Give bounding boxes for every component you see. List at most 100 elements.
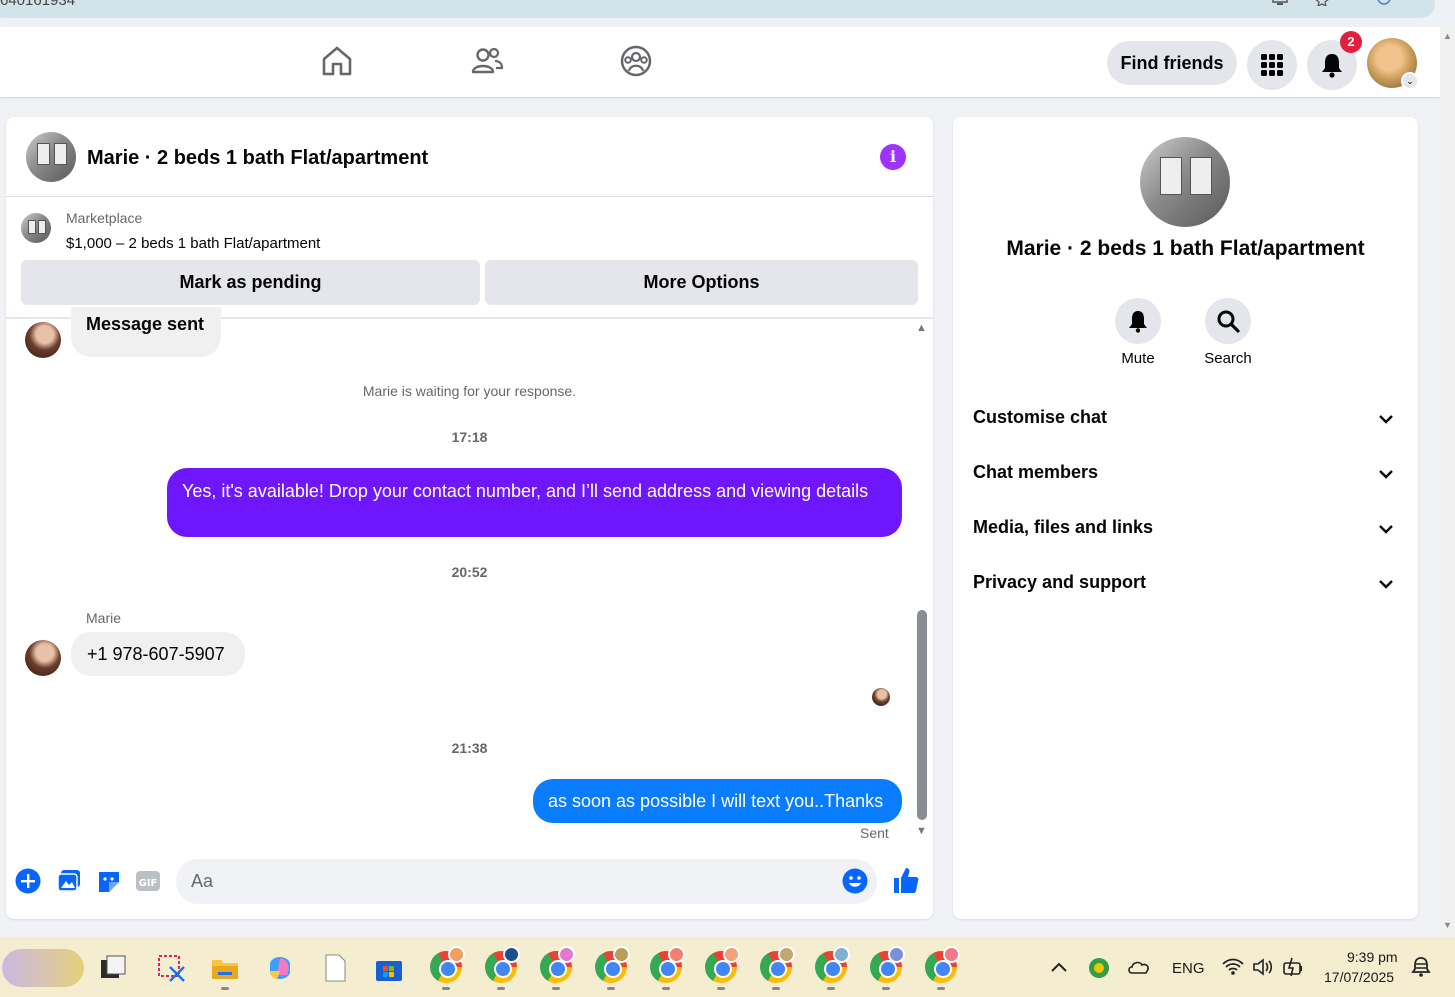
search-label: Search [1204,350,1252,367]
section-chat-members[interactable]: Chat members [953,449,1418,499]
contact-avatar[interactable] [25,322,61,358]
message-scrollbar[interactable]: ▲ ▼ [915,322,929,842]
delivery-status: Sent [860,825,889,841]
home-icon[interactable] [320,44,354,78]
battery-icon[interactable] [1282,957,1304,977]
scrollbar-thumb[interactable] [917,610,927,820]
notification-badge: 2 [1340,31,1362,53]
section-customise-chat[interactable]: Customise chat [953,394,1418,444]
bell-icon [1129,311,1147,333]
conversation-title: Marie · 2 beds 1 bath Flat/apartment [1006,237,1365,260]
chrome-profile-icon[interactable] [540,946,575,983]
outgoing-message[interactable]: as soon as possible I will text you..Tha… [533,779,902,823]
section-media-files-links[interactable]: Media, files and links [953,504,1418,554]
search-icon [1217,310,1240,333]
menu-button[interactable] [1247,40,1297,90]
chevron-down-icon [1379,470,1393,479]
widgets-icon[interactable] [2,949,84,987]
like-thumb-icon[interactable] [891,865,921,895]
snipping-tool-icon[interactable] [156,953,186,983]
search-button[interactable] [1205,298,1251,344]
mute-label: Mute [1121,350,1155,367]
running-indicator [772,987,780,990]
file-explorer-icon[interactable] [210,953,240,983]
chrome-profile-icon[interactable] [595,946,630,983]
chat-title[interactable]: Marie · 2 beds 1 bath Flat/apartment [87,147,428,170]
listing-summary[interactable]: $1,000 – 2 beds 1 bath Flat/apartment [66,235,320,252]
clock-date[interactable]: 17/07/2025 [1324,969,1394,985]
listing-thumbnail[interactable] [26,132,76,182]
copilot-icon[interactable] [265,953,295,983]
chevron-up-icon[interactable] [1050,961,1068,973]
store-icon[interactable] [374,953,404,983]
bell-icon [1322,54,1342,78]
page-scrollbar[interactable]: ▲ ▼ [1440,27,1455,937]
notepad-icon[interactable] [320,953,350,983]
info-icon[interactable]: i [880,144,906,170]
clock-time[interactable]: 9:39 pm [1347,949,1398,965]
wifi-icon[interactable] [1222,958,1244,976]
marketplace-label: Marketplace [66,210,143,226]
browser-menu-icon[interactable] [1420,0,1436,6]
profile-icon[interactable] [1376,0,1392,6]
scroll-up-icon[interactable]: ▲ [1443,31,1452,41]
read-receipt-avatar [872,688,890,706]
mark-pending-button[interactable]: Mark as pending [21,260,480,305]
onedrive-cloud-icon[interactable] [1127,959,1151,975]
friends-icon[interactable] [470,44,504,78]
chrome-profile-icon[interactable] [925,946,960,983]
input-language[interactable]: ENG [1172,960,1205,977]
message-sent-bubble: Message sent [71,307,221,357]
message-composer: GIF Aa [6,853,933,919]
chrome-profile-icon[interactable] [485,946,520,983]
mute-button[interactable] [1115,298,1161,344]
marketplace-thumbnail[interactable] [21,213,51,243]
volume-icon[interactable] [1252,958,1274,976]
groups-icon[interactable] [619,44,653,78]
running-indicator [717,987,725,990]
section-label: Privacy and support [973,572,1147,592]
svg-text:GIF: GIF [139,878,158,889]
outgoing-message[interactable]: Yes, it's available! Drop your contact n… [167,468,902,537]
scroll-down-icon[interactable]: ▼ [1443,920,1452,930]
add-icon[interactable] [15,868,41,894]
waiting-notice: Marie is waiting for your response. [362,383,577,399]
photo-icon[interactable] [56,868,82,894]
chrome-profile-icon[interactable] [430,946,465,983]
contact-avatar[interactable] [25,640,61,676]
account-chevron-icon[interactable]: ⌄ [1401,72,1419,90]
address-bar[interactable] [0,0,1435,18]
chevron-down-icon [1379,580,1393,589]
address-text: 640161934 [0,0,76,9]
message-input[interactable]: Aa [176,859,877,904]
scroll-up-icon[interactable]: ▲ [916,322,927,334]
top-navigation: Find friends 2 ⌄ [0,27,1440,97]
chrome-profile-icon[interactable] [870,946,905,983]
running-indicator [552,987,560,990]
running-indicator [662,987,670,990]
chevron-down-icon [1379,415,1393,424]
section-privacy-support[interactable]: Privacy and support [953,559,1418,609]
listing-photo[interactable] [1140,137,1230,227]
chrome-profile-icon[interactable] [705,946,740,983]
running-indicator [607,987,615,990]
task-view-icon[interactable] [98,953,128,983]
chrome-profile-icon[interactable] [760,946,795,983]
section-label: Customise chat [973,407,1108,427]
more-options-button[interactable]: More Options [485,260,918,305]
sticker-icon[interactable] [96,868,122,894]
find-friends-button[interactable]: Find friends [1107,41,1237,85]
gif-icon[interactable]: GIF [135,868,161,894]
cast-icon[interactable] [1272,0,1288,6]
bookmark-star-icon[interactable] [1314,0,1330,6]
running-indicator [442,987,450,990]
chat-panel: Marie · 2 beds 1 bath Flat/apartment i M… [6,117,933,919]
chevron-down-icon [1379,525,1393,534]
emoji-icon[interactable] [842,868,868,894]
scroll-down-icon[interactable]: ▼ [916,825,927,837]
incoming-message[interactable]: +1 978-607-5907 [71,632,245,676]
chrome-profile-icon[interactable] [815,946,850,983]
notification-center-icon[interactable] [1411,956,1431,978]
security-shield-icon[interactable] [1088,957,1110,979]
chrome-profile-icon[interactable] [650,946,685,983]
